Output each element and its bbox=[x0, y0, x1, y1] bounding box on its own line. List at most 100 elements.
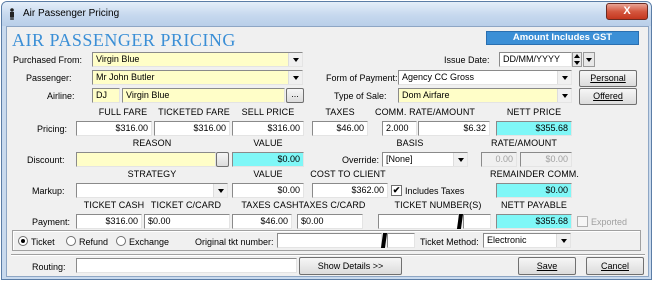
remainder-comm-value: $0.00 bbox=[545, 185, 568, 195]
airline-name-input[interactable]: Virgin Blue bbox=[122, 88, 285, 103]
show-details-button[interactable]: Show Details >> bbox=[299, 257, 402, 275]
checkmark-icon: ✔ bbox=[392, 185, 401, 195]
chevron-down-icon[interactable] bbox=[288, 71, 302, 84]
chevron-down-icon bbox=[586, 58, 592, 62]
gst-badge: Amount Includes GST bbox=[486, 31, 639, 45]
ticket-number-conj-input[interactable] bbox=[463, 214, 491, 229]
app-window: Air Passenger Pricing X AIR PASSENGER PR… bbox=[1, 1, 652, 280]
refund-radio[interactable] bbox=[66, 236, 76, 246]
discount-value-field[interactable]: $0.00 bbox=[232, 152, 304, 167]
airline-name-value: Virgin Blue bbox=[126, 90, 170, 100]
ticket-radio[interactable] bbox=[18, 236, 28, 246]
full-fare-header: FULL FARE bbox=[98, 107, 148, 117]
exchange-radio-label: Exchange bbox=[129, 237, 170, 247]
cancel-button-label: Cancel bbox=[600, 261, 629, 271]
issue-date-input[interactable]: DD/MM/YYYY bbox=[499, 52, 572, 67]
nett-price-field: $355.68 bbox=[496, 121, 572, 136]
discount-reason-browse[interactable] bbox=[216, 152, 229, 167]
discount-rate-value: 0.00 bbox=[495, 154, 513, 164]
cancel-button[interactable]: Cancel bbox=[586, 257, 644, 275]
ticket-method-label: Ticket Method: bbox=[420, 237, 479, 247]
title-bar: Air Passenger Pricing X bbox=[2, 2, 651, 26]
full-fare-field[interactable]: $316.00 bbox=[76, 121, 152, 136]
show-details-label: Show Details >> bbox=[317, 261, 384, 271]
ticketed-fare-field[interactable]: $316.00 bbox=[154, 121, 230, 136]
strategy-select[interactable] bbox=[76, 183, 228, 198]
ticket-cash-field[interactable]: $316.00 bbox=[76, 214, 142, 229]
sell-price-value: $316.00 bbox=[267, 123, 300, 133]
ticket-ccard-field[interactable]: $0.00 bbox=[144, 214, 230, 229]
ticket-ccard-value: $0.00 bbox=[148, 216, 171, 226]
personal-button[interactable]: Personal bbox=[579, 70, 637, 87]
type-of-sale-select[interactable]: Dom Airfare bbox=[398, 88, 572, 103]
chevron-down-icon[interactable] bbox=[557, 71, 571, 84]
taxes-ccard-field[interactable]: $0.00 bbox=[297, 214, 363, 229]
page-title: AIR PASSENGER PRICING bbox=[12, 30, 236, 50]
close-button[interactable]: X bbox=[606, 3, 648, 20]
ticket-ccard-header: TICKET C/CARD bbox=[150, 200, 222, 210]
ticket-cash-value: $316.00 bbox=[105, 216, 138, 226]
type-of-sale-value: Dom Airfare bbox=[402, 90, 450, 100]
routing-input[interactable] bbox=[76, 258, 297, 273]
comm-rate-header: COMM. RATE/AMOUNT bbox=[374, 107, 476, 117]
cost-to-client-field[interactable]: $362.00 bbox=[312, 183, 388, 198]
override-value: [None] bbox=[386, 154, 413, 164]
override-select[interactable]: [None] bbox=[382, 152, 468, 167]
chevron-down-icon[interactable] bbox=[453, 153, 467, 166]
includes-taxes-checkbox[interactable]: ✔ bbox=[391, 185, 402, 196]
airline-browse-button[interactable]: ... bbox=[286, 88, 304, 103]
ticket-number-input[interactable] bbox=[378, 214, 459, 229]
rate-amount-header: RATE/AMOUNT bbox=[491, 138, 557, 148]
chevron-down-icon[interactable] bbox=[557, 89, 571, 102]
markup-value: $0.00 bbox=[277, 185, 300, 195]
exchange-radio[interactable] bbox=[116, 236, 126, 246]
ticket-method-select[interactable]: Electronic bbox=[483, 233, 571, 248]
chevron-down-icon[interactable] bbox=[288, 53, 302, 66]
taxes-field[interactable]: $46.00 bbox=[312, 121, 368, 136]
exported-checkbox[interactable] bbox=[577, 216, 588, 227]
taxes-cash-field[interactable]: $46.00 bbox=[232, 214, 292, 229]
passenger-icon bbox=[10, 8, 14, 20]
nett-price-value: $355.68 bbox=[535, 123, 568, 133]
payment-label: Payment: bbox=[32, 217, 71, 227]
offered-button-label: Offered bbox=[593, 91, 623, 101]
issue-date-spinner[interactable] bbox=[572, 52, 582, 67]
issue-date-dropdown[interactable] bbox=[583, 52, 595, 67]
issue-date-label: Issue Date: bbox=[444, 55, 490, 65]
includes-taxes-label: Includes Taxes bbox=[405, 186, 465, 196]
sell-price-field[interactable]: $316.00 bbox=[232, 121, 304, 136]
discount-value: $0.00 bbox=[277, 154, 300, 164]
taxes-cash-value: $46.00 bbox=[260, 216, 288, 226]
airline-code-input[interactable]: DJ bbox=[92, 88, 120, 103]
markup-label: Markup: bbox=[32, 186, 65, 196]
chevron-down-icon[interactable] bbox=[556, 234, 570, 247]
discount-rate-field: 0.00 bbox=[481, 152, 517, 167]
cost-to-client-value: $362.00 bbox=[351, 185, 384, 195]
window-title: Air Passenger Pricing bbox=[23, 8, 120, 19]
pricing-label: Pricing: bbox=[37, 124, 68, 134]
discount-reason-input[interactable] bbox=[76, 152, 216, 167]
markup-value-header: VALUE bbox=[253, 169, 283, 179]
taxes-ccard-header: TAXES C/CARD bbox=[298, 200, 366, 210]
override-label: Override: bbox=[342, 155, 380, 165]
taxes-cash-header: TAXES CASH bbox=[241, 200, 299, 210]
type-of-sale-label: Type of Sale: bbox=[334, 91, 387, 101]
form-of-payment-select[interactable]: Agency CC Gross bbox=[398, 70, 572, 85]
cost-to-client-header: COST TO CLIENT bbox=[310, 169, 386, 179]
save-button[interactable]: Save bbox=[518, 257, 576, 275]
bottom-divider bbox=[11, 254, 645, 256]
original-ticket-input[interactable] bbox=[277, 233, 382, 248]
offered-button[interactable]: Offered bbox=[579, 88, 637, 105]
comm-rate-field[interactable]: 2.000 bbox=[382, 121, 417, 136]
purchased-from-select[interactable]: Virgin Blue bbox=[92, 52, 303, 67]
ticket-method-value: Electronic bbox=[487, 235, 527, 245]
original-ticket-label: Original tkt number: bbox=[195, 237, 274, 247]
markup-value-field[interactable]: $0.00 bbox=[232, 183, 304, 198]
comm-amount-field[interactable]: $6.32 bbox=[418, 121, 490, 136]
original-ticket-conj-input[interactable] bbox=[387, 233, 415, 248]
chevron-down-icon[interactable] bbox=[213, 184, 227, 197]
routing-label: Routing: bbox=[32, 262, 66, 272]
personal-button-label: Personal bbox=[590, 73, 626, 83]
passenger-select[interactable]: Mr John Butler bbox=[92, 70, 303, 85]
nett-payable-field: $355.68 bbox=[496, 214, 572, 229]
